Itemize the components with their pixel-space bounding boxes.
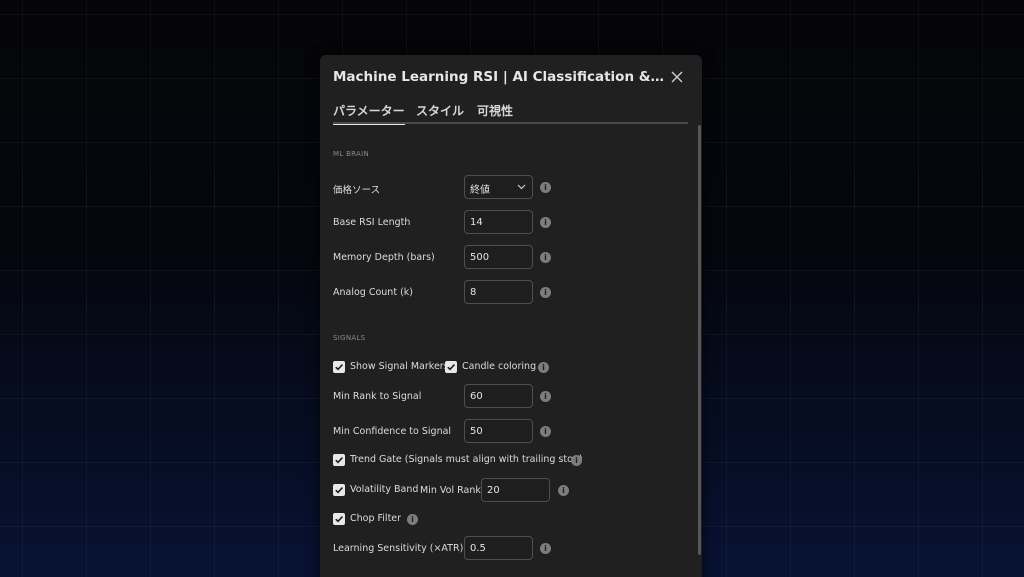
check-icon xyxy=(335,457,343,464)
dialog-title: Machine Learning RSI | AI Classification… xyxy=(333,69,668,85)
tab-visibility[interactable]: 可視性 xyxy=(477,102,513,119)
check-icon xyxy=(335,487,343,494)
info-icon[interactable]: i xyxy=(540,182,551,193)
trend-gate-label: Trend Gate (Signals must align with trai… xyxy=(350,454,583,465)
info-icon[interactable]: i xyxy=(558,485,569,496)
info-icon[interactable]: i xyxy=(571,455,582,466)
price-source-value: 終値 xyxy=(470,185,490,196)
tab-style[interactable]: スタイル xyxy=(416,102,464,119)
tab-divider xyxy=(333,122,688,124)
show-signal-markers-label: Show Signal Markers xyxy=(350,361,449,372)
check-icon xyxy=(335,364,343,371)
min-vol-rank-label: Min Vol Rank xyxy=(420,485,481,496)
tab-parameters[interactable]: パラメーター xyxy=(333,102,405,125)
chevron-down-icon xyxy=(517,184,526,190)
analog-count-label: Analog Count (k) xyxy=(333,287,413,298)
section-signals: SIGNALS xyxy=(333,334,366,342)
chop-filter-label: Chop Filter xyxy=(350,513,402,524)
memory-depth-label: Memory Depth (bars) xyxy=(333,252,435,263)
price-source-label: 価格ソース xyxy=(333,185,381,196)
min-confidence-label: Min Confidence to Signal xyxy=(333,426,452,437)
price-source-select[interactable]: 終値 xyxy=(464,175,533,199)
info-icon[interactable]: i xyxy=(540,543,551,554)
settings-dialog: Machine Learning RSI | AI Classification… xyxy=(320,55,702,577)
check-icon xyxy=(447,364,455,371)
info-icon[interactable]: i xyxy=(407,514,418,525)
min-vol-rank-input[interactable] xyxy=(481,478,550,502)
info-icon[interactable]: i xyxy=(540,217,551,228)
learning-sensitivity-input[interactable] xyxy=(464,536,533,560)
info-icon[interactable]: i xyxy=(540,391,551,402)
min-rank-label: Min Rank to Signal xyxy=(333,391,422,402)
info-icon[interactable]: i xyxy=(540,426,551,437)
min-confidence-input[interactable] xyxy=(464,419,533,443)
analog-count-input[interactable] xyxy=(464,280,533,304)
info-icon[interactable]: i xyxy=(540,287,551,298)
volatility-band-label: Volatility Band xyxy=(350,484,419,495)
info-icon[interactable]: i xyxy=(538,362,549,373)
base-rsi-length-input[interactable] xyxy=(464,210,533,234)
section-ml-brain: ML BRAIN xyxy=(333,150,370,158)
candle-coloring-checkbox[interactable] xyxy=(445,361,457,373)
learning-sensitivity-label: Learning Sensitivity (×ATR) xyxy=(333,543,464,554)
volatility-band-checkbox[interactable] xyxy=(333,484,345,496)
check-icon xyxy=(335,516,343,523)
close-icon[interactable] xyxy=(669,69,685,85)
trend-gate-checkbox[interactable] xyxy=(333,454,345,466)
show-signal-markers-checkbox[interactable] xyxy=(333,361,345,373)
memory-depth-input[interactable] xyxy=(464,245,533,269)
candle-coloring-label: Candle coloring xyxy=(462,361,537,372)
scrollbar[interactable] xyxy=(698,125,701,555)
info-icon[interactable]: i xyxy=(540,252,551,263)
min-rank-input[interactable] xyxy=(464,384,533,408)
base-rsi-length-label: Base RSI Length xyxy=(333,217,411,228)
chop-filter-checkbox[interactable] xyxy=(333,513,345,525)
